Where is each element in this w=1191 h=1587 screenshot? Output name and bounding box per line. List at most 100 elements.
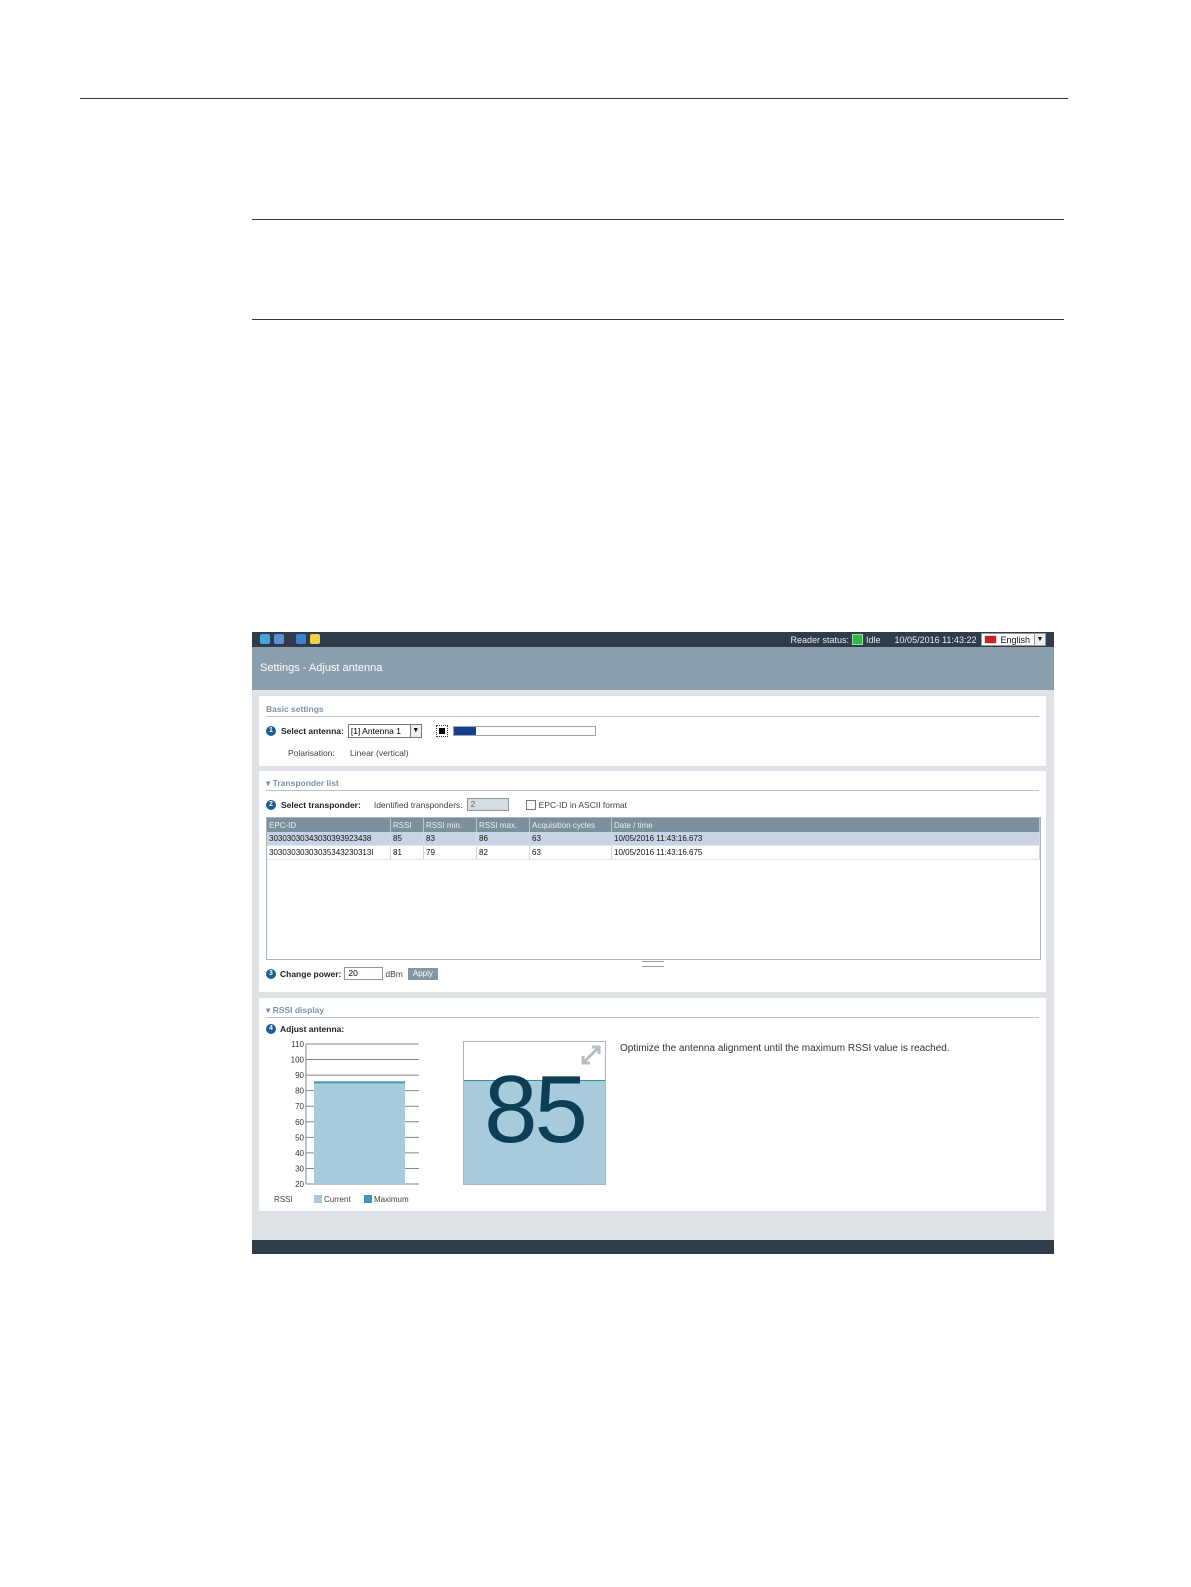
status-indicator-icon — [852, 634, 864, 645]
stop-icon[interactable] — [435, 725, 448, 737]
cell-rssi: 81 — [390, 845, 424, 860]
antenna-select-value: [1] Antenna 1 — [350, 726, 401, 736]
polarisation-value: Linear (vertical) — [350, 748, 409, 758]
y-tick-label: 100 — [291, 1056, 305, 1065]
resize-handle[interactable] — [642, 961, 664, 967]
divider — [266, 790, 1039, 791]
timestamp: 10/05/2016 11:43:22 — [894, 634, 977, 645]
y-tick-label: 80 — [295, 1087, 304, 1096]
legend-maximum-swatch — [364, 1195, 372, 1203]
reader-status-value: Idle — [866, 634, 881, 645]
connect-icon[interactable] — [274, 634, 284, 644]
rssi-value-display: 85 — [463, 1041, 606, 1185]
cell-epc: 30303030343030393923438 — [267, 832, 391, 846]
legend-current-label: Current — [324, 1195, 351, 1204]
y-tick-label: 90 — [295, 1071, 304, 1080]
transponder-list-title-text: Transponder list — [272, 778, 339, 788]
cell-rssi-max: 82 — [476, 845, 530, 860]
language-value: English — [1000, 634, 1030, 645]
note-top-rule — [252, 219, 1064, 220]
cell-epc: 30303030303035343230313I — [267, 845, 391, 860]
identified-transponders-label: Identified transponders: — [373, 799, 463, 810]
divider — [266, 716, 1039, 717]
column-header[interactable]: RSSI — [390, 818, 424, 832]
reader-status-label: Reader status: — [790, 634, 850, 645]
power-input[interactable]: 20 — [344, 967, 384, 980]
cell-datetime: 10/05/2016 11:43:16.675 — [611, 845, 1040, 860]
page-header: Settings - Adjust antenna — [252, 647, 1054, 690]
bar-current — [314, 1082, 405, 1184]
signal-level-fill — [453, 727, 477, 735]
bottom-bar — [252, 1240, 1054, 1254]
antenna-select[interactable]: [1] Antenna 1 ▼ — [347, 724, 422, 738]
chevron-down-icon[interactable]: ▼ — [409, 725, 421, 737]
transponder-panel: ▾ Transponder list 2 Select transponder:… — [259, 771, 1046, 992]
signal-level-bar — [452, 726, 596, 736]
header-rule — [80, 98, 1068, 99]
legend-maximum-label: Maximum — [374, 1195, 409, 1204]
cell-datetime: 10/05/2016 11:43:16.673 — [611, 832, 1040, 846]
y-tick-label: 70 — [295, 1102, 304, 1111]
column-header[interactable]: RSSI min. — [423, 818, 477, 832]
y-tick-label: 40 — [295, 1149, 304, 1158]
cell-rssi-min: 83 — [423, 832, 477, 846]
y-tick-label: 30 — [295, 1164, 304, 1173]
language-select[interactable]: English ▼ — [981, 633, 1046, 646]
rssi-display-title[interactable]: ▾ RSSI display — [266, 1005, 324, 1016]
y-tick-label: 50 — [295, 1133, 304, 1142]
column-header[interactable]: Date / time — [611, 818, 1040, 832]
rssi-panel: ▾ RSSI display 4 Adjust antenna: 110 100 9… — [259, 998, 1046, 1211]
rssi-bar-chart: 110 100 90 80 70 60 50 40 30 20RSSI Current Maximum — [274, 1040, 419, 1204]
basic-settings-panel: Basic settings 1 Select antenna: [1] Ant… — [259, 696, 1046, 766]
flag-icon — [984, 635, 998, 644]
change-power-label: Change power: — [280, 968, 342, 979]
app-window: Reader status: Idle 10/05/2016 11:43:22 … — [252, 632, 1054, 1254]
step-1-badge: 1 — [266, 726, 276, 736]
expand-icon[interactable] — [580, 1044, 602, 1066]
step-3-badge: 3 — [266, 968, 276, 979]
save-icon[interactable] — [296, 634, 306, 644]
refresh-icon[interactable] — [260, 634, 270, 644]
x-category-label: RSSI — [274, 1195, 293, 1204]
table-header-row: EPC-ID RSSI RSSI min. RSSI max. Acquisit… — [267, 818, 1040, 832]
transponder-list-title[interactable]: ▾ Transponder list — [266, 778, 339, 789]
power-unit: dBm — [385, 968, 403, 979]
table-row[interactable]: 30303030343030393923438 85 83 86 63 10/0… — [267, 832, 1040, 846]
divider — [266, 1017, 1039, 1018]
y-tick-label: 60 — [295, 1118, 304, 1127]
basic-settings-title: Basic settings — [266, 704, 324, 714]
rssi-current-value: 85 — [484, 1056, 588, 1163]
step-4-badge: 4 — [266, 1024, 276, 1034]
cell-cycles: 63 — [529, 845, 612, 860]
note-bottom-rule — [252, 319, 1064, 320]
cell-cycles: 63 — [529, 832, 612, 846]
epc-ascii-label: EPC-ID in ASCII format — [538, 799, 628, 810]
epc-ascii-checkbox[interactable] — [525, 799, 536, 810]
cell-rssi: 85 — [390, 832, 424, 846]
page-title: Settings - Adjust antenna — [260, 662, 383, 674]
chevron-down-icon[interactable]: ▼ — [1034, 634, 1045, 645]
column-header[interactable]: Acquisition cycles — [529, 818, 612, 832]
y-tick-label: 110 — [291, 1040, 304, 1049]
step-2-badge: 2 — [266, 799, 276, 810]
cell-rssi-max: 86 — [476, 832, 530, 846]
top-toolbar: Reader status: Idle 10/05/2016 11:43:22 … — [252, 632, 1054, 647]
legend-current-swatch — [314, 1195, 322, 1203]
polarisation-label: Polarisation: — [288, 748, 335, 758]
bar-maximum — [314, 1081, 405, 1084]
column-header[interactable]: EPC-ID — [267, 818, 391, 832]
column-header[interactable]: RSSI max. — [476, 818, 530, 832]
transponder-table: EPC-ID RSSI RSSI min. RSSI max. Acquisit… — [267, 818, 1040, 860]
identified-transponders-field: 2 — [466, 798, 509, 811]
table-row[interactable]: 30303030303035343230313I 81 79 82 63 10/… — [267, 845, 1040, 860]
rssi-hint: Optimize the antenna alignment until the… — [620, 1043, 950, 1054]
select-antenna-label: Select antenna: — [281, 726, 344, 736]
folder-icon[interactable] — [310, 634, 320, 644]
cell-rssi-min: 79 — [423, 845, 477, 860]
adjust-antenna-label: Adjust antenna: — [280, 1024, 345, 1034]
y-tick-label: 20 — [295, 1180, 304, 1189]
transponder-table-container: EPC-ID RSSI RSSI min. RSSI max. Acquisit… — [266, 817, 1041, 960]
select-transponder-label: Select transponder: — [281, 799, 361, 810]
rssi-display-title-text: RSSI display — [272, 1005, 325, 1015]
apply-button[interactable]: Apply — [407, 967, 438, 980]
